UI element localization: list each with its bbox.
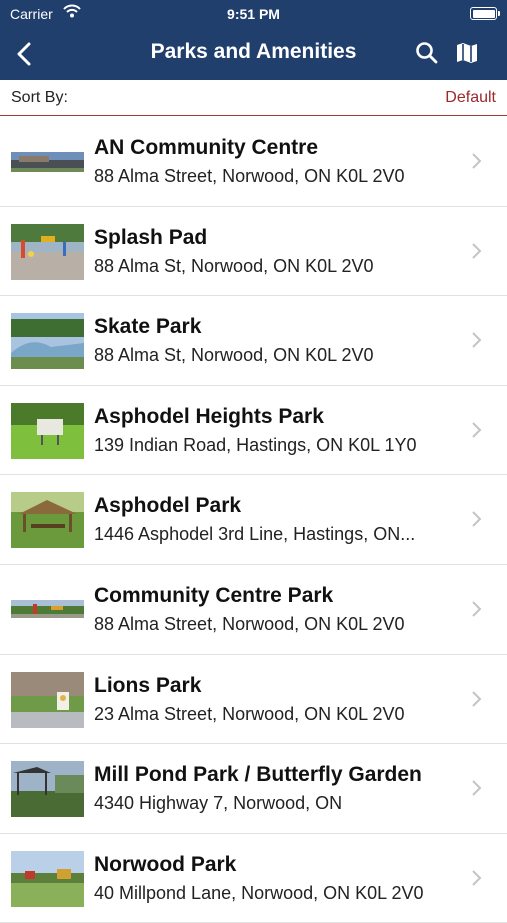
item-address: 88 Alma Street, Norwood, ON K0L 2V0 (94, 166, 405, 186)
item-address: 88 Alma St, Norwood, ON K0L 2V0 (94, 255, 374, 276)
list-item[interactable]: AN Community Centre 88 Alma Street, Norw… (0, 117, 507, 207)
chevron-right-icon (470, 509, 484, 529)
item-address: 4340 Highway 7, Norwood, ON (94, 793, 343, 814)
list-item[interactable]: Mill Pond Park / Butterfly Garden 4340 H… (0, 744, 507, 834)
item-address: 88 Alma St, Norwood, ON K0L 2V0 (94, 345, 374, 366)
battery-icon (470, 7, 500, 20)
item-address: 40 Millpond Lane, Norwood, ON K0L 2V0 (94, 882, 424, 903)
chevron-right-icon (470, 868, 484, 888)
thumbnail-image (11, 402, 84, 459)
list-item[interactable]: Asphodel Park 1446 Asphodel 3rd Line, Ha… (0, 475, 507, 565)
item-name: Community Centre Park (94, 583, 334, 607)
item-address: 23 Alma Street, Norwood, ON K0L 2V0 (94, 703, 405, 724)
item-name: Skate Park (94, 315, 202, 339)
sort-label: Sort By: (11, 89, 68, 106)
item-name: AN Community Centre (94, 136, 319, 159)
item-name: Asphodel Heights Park (94, 404, 324, 428)
item-address: 1446 Asphodel 3rd Line, Hastings, ON... (94, 524, 416, 545)
map-icon[interactable] (454, 40, 480, 66)
list-item[interactable]: Asphodel Heights Park 139 Indian Road, H… (0, 386, 507, 476)
thumbnail-image (11, 223, 84, 280)
item-address: 88 Alma Street, Norwood, ON K0L 2V0 (94, 613, 405, 634)
item-name: Lions Park (94, 673, 202, 697)
sort-bar: Sort By: Default (0, 80, 507, 116)
chevron-right-icon (470, 778, 484, 798)
item-name: Mill Pond Park / Butterfly Garden (94, 763, 422, 787)
item-name: Asphodel Park (94, 494, 242, 518)
item-name: Splash Pad (94, 225, 208, 249)
parks-list: AN Community Centre 88 Alma Street, Norw… (0, 117, 507, 923)
navigation-bar: Parks and Amenities (0, 28, 507, 80)
thumbnail-image (11, 492, 84, 549)
chevron-right-icon (470, 241, 484, 261)
status-time: 9:51 PM (227, 6, 280, 22)
list-item[interactable]: Lions Park 23 Alma Street, Norwood, ON K… (0, 655, 507, 745)
sort-dropdown[interactable]: Default (445, 89, 496, 107)
top-bar: Carrier 9:51 PM Parks and Amenities (0, 0, 507, 80)
item-name: Norwood Park (94, 852, 237, 876)
thumbnail-image (11, 761, 84, 818)
list-item[interactable]: Skate Park 88 Alma St, Norwood, ON K0L 2… (0, 296, 507, 386)
thumbnail-image (11, 671, 84, 728)
list-item[interactable]: Splash Pad 88 Alma St, Norwood, ON K0L 2… (0, 207, 507, 297)
list-item[interactable]: Community Centre Park 88 Alma Street, No… (0, 565, 507, 655)
chevron-right-icon (470, 599, 484, 619)
chevron-right-icon (470, 420, 484, 440)
item-address: 139 Indian Road, Hastings, ON K0L 1Y0 (94, 434, 417, 455)
thumbnail-image (11, 581, 84, 638)
thumbnail-image (11, 313, 84, 370)
chevron-right-icon (470, 689, 484, 709)
thumbnail-image (11, 134, 84, 190)
chevron-right-icon (470, 151, 484, 171)
status-bar: Carrier 9:51 PM (0, 0, 507, 28)
thumbnail-image (11, 850, 84, 907)
chevron-right-icon (470, 330, 484, 350)
search-icon[interactable] (414, 40, 440, 66)
list-item[interactable]: Norwood Park 40 Millpond Lane, Norwood, … (0, 834, 507, 923)
